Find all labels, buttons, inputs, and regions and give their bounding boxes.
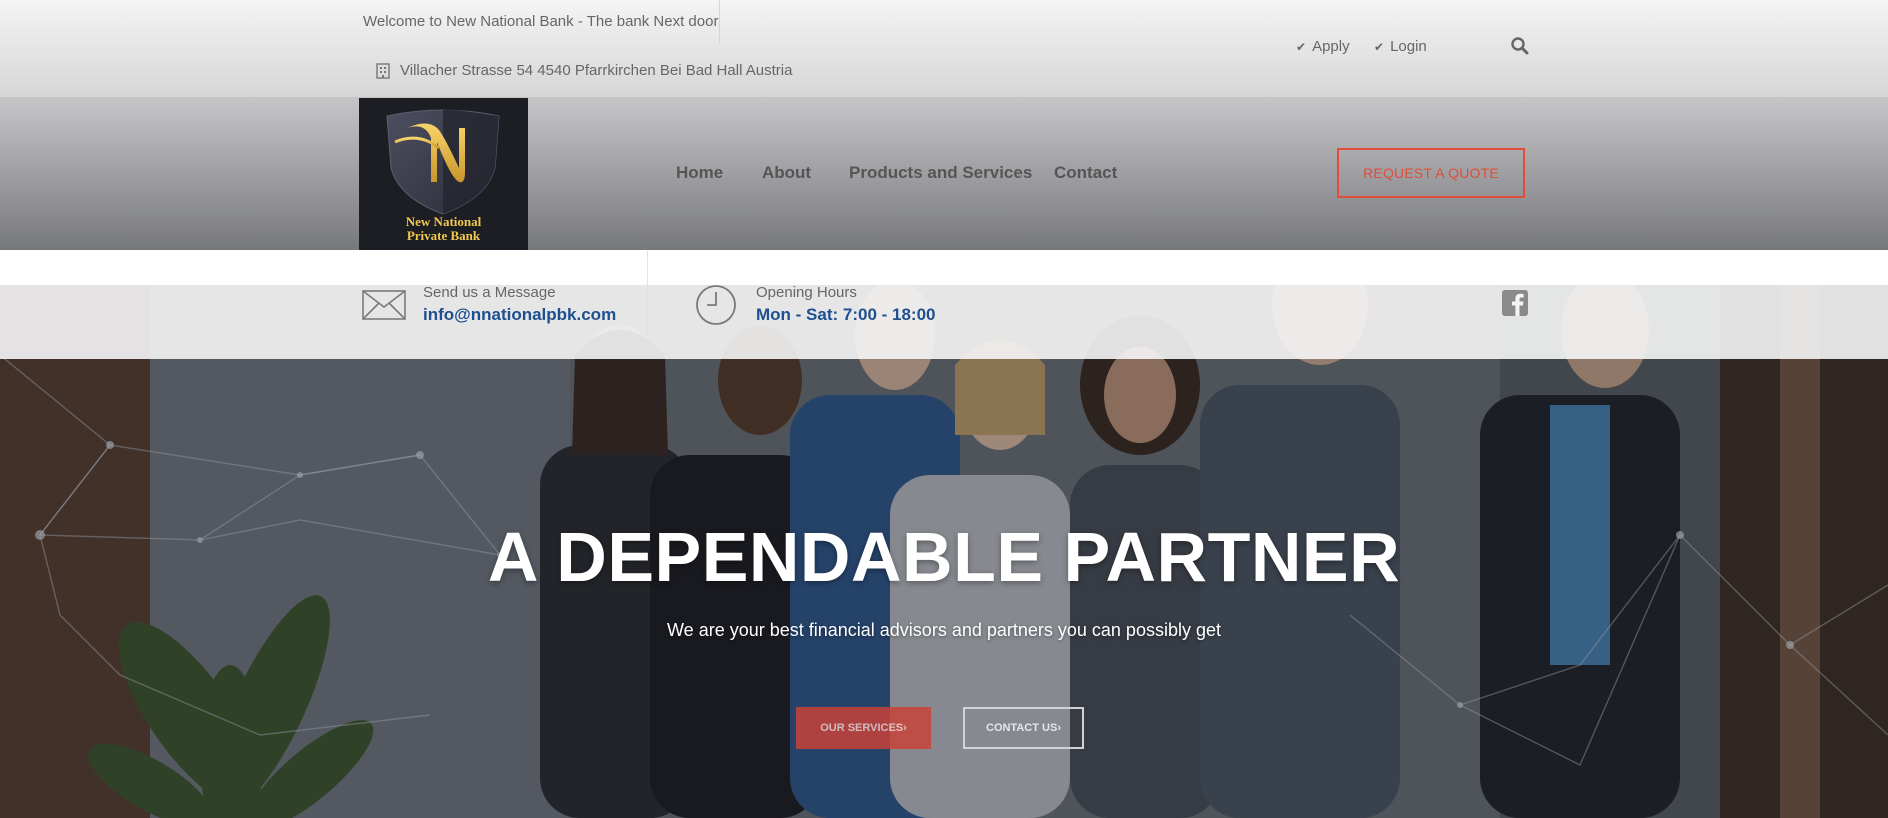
email-link[interactable]: info@nnationalpbk.com bbox=[423, 305, 616, 325]
nav-about[interactable]: About bbox=[762, 163, 811, 183]
our-services-label: OUR SERVICES bbox=[820, 722, 904, 734]
check-icon: ✔ bbox=[1374, 39, 1385, 54]
nav-contact[interactable]: Contact bbox=[1054, 163, 1117, 183]
info-divider bbox=[647, 251, 648, 359]
address-text: Villacher Strasse 54 4540 Pfarrkirchen B… bbox=[400, 62, 793, 79]
top-bar bbox=[0, 0, 1888, 98]
login-link[interactable]: ✔ Login bbox=[1374, 38, 1427, 55]
info-bar bbox=[0, 285, 1888, 359]
hours-value: Mon - Sat: 7:00 - 18:00 bbox=[756, 305, 936, 324]
logo-line-2: Private Bank bbox=[406, 228, 481, 243]
nav-products-and-services[interactable]: Products and Services bbox=[849, 163, 1032, 183]
chevron-right-icon: › bbox=[1057, 722, 1061, 734]
our-services-button[interactable]: OUR SERVICES › bbox=[796, 707, 931, 749]
chevron-right-icon: › bbox=[903, 722, 907, 734]
envelope-icon bbox=[362, 290, 406, 325]
logo-line-1: New National bbox=[405, 214, 482, 229]
login-label: Login bbox=[1390, 38, 1427, 55]
address: Villacher Strasse 54 4540 Pfarrkirchen B… bbox=[376, 62, 793, 79]
apply-label: Apply bbox=[1312, 38, 1350, 55]
hours-label: Opening Hours bbox=[756, 284, 857, 301]
bank-logo[interactable]: New National Private Bank bbox=[359, 98, 528, 250]
search-icon[interactable] bbox=[1510, 36, 1530, 56]
chevron-down-icon: ⌄ bbox=[1015, 166, 1026, 180]
hero-title: A DEPENDABLE PARTNER bbox=[487, 518, 1401, 596]
contact-us-label: CONTACT US bbox=[986, 722, 1058, 734]
welcome-text: Welcome to New National Bank - The bank … bbox=[363, 13, 719, 30]
hero-subtitle: We are your best financial advisors and … bbox=[667, 620, 1221, 640]
check-icon: ✔ bbox=[1296, 39, 1307, 54]
clock-icon bbox=[695, 284, 737, 331]
facebook-icon[interactable] bbox=[1502, 290, 1528, 316]
contact-us-button[interactable]: CONTACT US › bbox=[963, 707, 1084, 749]
nav-home[interactable]: Home bbox=[676, 163, 723, 183]
building-icon bbox=[376, 63, 390, 83]
logo-text: New National Private Bank bbox=[359, 215, 528, 243]
message-label: Send us a Message bbox=[423, 284, 556, 301]
info-bar-top bbox=[0, 250, 1888, 285]
top-divider bbox=[719, 0, 720, 44]
request-quote-button[interactable]: REQUEST A QUOTE bbox=[1337, 148, 1525, 198]
apply-link[interactable]: ✔ Apply bbox=[1296, 38, 1350, 55]
